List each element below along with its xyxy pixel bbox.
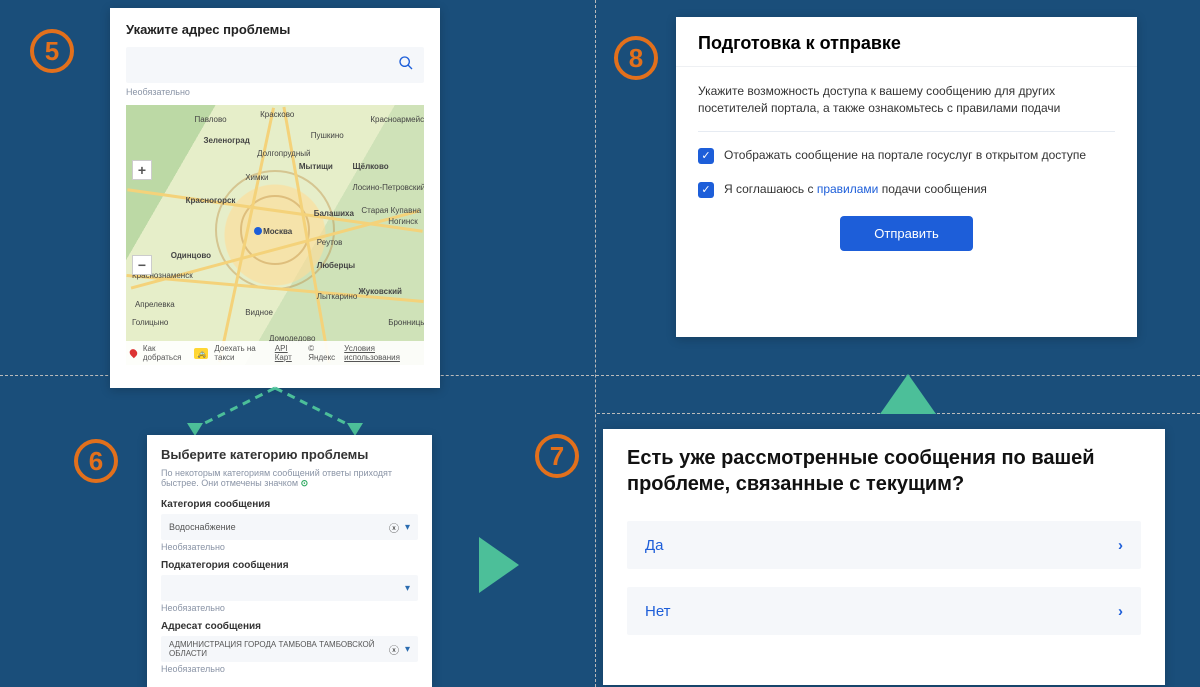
step-5-badge: 5 <box>30 29 74 73</box>
map-widget[interactable]: Москва Зеленоград Химки Мытищи Балашиха … <box>126 105 424 365</box>
map-label-lyubertsy: Люберцы <box>317 261 355 270</box>
chevron-down-icon <box>405 644 410 655</box>
map-label-star-kupavna: Старая Купавна <box>361 206 421 215</box>
addressee-optional: Необязательно <box>161 664 418 674</box>
checkbox-agree-label: Я соглашаюсь с правилами подачи сообщени… <box>724 182 987 196</box>
search-icon <box>398 55 414 76</box>
map-label-losino: Лосино-Петровский <box>352 183 424 192</box>
step7-related-card: Есть уже рассмотренные сообщения по ваше… <box>603 429 1165 685</box>
map-label-golitsyno: Голицыно <box>132 318 168 327</box>
map-terms-link[interactable]: Условия использования <box>344 344 420 362</box>
step6-title: Выберите категорию проблемы <box>161 447 418 462</box>
addressee-select[interactable]: АДМИНИСТРАЦИЯ ГОРОДА ТАМБОВА ТАМБОВСКОЙ … <box>161 636 418 662</box>
map-label-pavlovo: Павлово <box>195 115 227 124</box>
map-label-vidnoye: Видное <box>245 308 273 317</box>
checkbox-public[interactable]: ✓ <box>698 148 714 164</box>
map-label-shchelkovo: Щёлково <box>352 162 388 171</box>
map-label-aprelevka: Апрелевка <box>135 300 175 309</box>
map-label-odintsovo: Одинцово <box>171 251 211 260</box>
map-label-khimki: Химки <box>245 173 268 182</box>
fast-response-icon: ⊙ <box>301 478 309 488</box>
option-yes[interactable]: Да › <box>627 521 1141 569</box>
map-taxi-link[interactable]: Доехать на такси <box>214 344 268 362</box>
category-value: Водоснабжение <box>169 522 236 532</box>
map-label-zhukovsky: Жуковский <box>358 287 401 296</box>
map-label-moscow: Москва <box>263 227 292 236</box>
map-footer: Как добраться 🚕 Доехать на такси API Кар… <box>126 341 424 365</box>
map-label-reutov: Реутов <box>317 238 343 247</box>
connector-5-to-6 <box>175 388 375 438</box>
chevron-right-icon: › <box>1118 603 1123 620</box>
subcategory-label: Подкатегория сообщения <box>161 560 418 571</box>
step-8-badge: 8 <box>614 36 658 80</box>
clear-icon[interactable]: ⓧ <box>389 520 399 535</box>
step7-question: Есть уже рассмотренные сообщения по ваше… <box>627 445 1141 497</box>
addressee-label: Адресат сообщения <box>161 621 418 632</box>
arrow-7-to-8 <box>880 374 936 414</box>
divider <box>698 131 1115 132</box>
map-label-kraskovo: Красково <box>260 110 294 119</box>
map-label-lytkarino: Лыткарино <box>317 292 358 301</box>
address-search-input[interactable] <box>126 47 424 83</box>
map-api-link[interactable]: API Карт <box>275 344 302 362</box>
step8-description: Укажите возможность доступа к вашему соо… <box>698 83 1115 117</box>
map-label-bronnitsy: Бронницы <box>388 318 424 327</box>
option-no[interactable]: Нет › <box>627 587 1141 635</box>
map-label-krasnoarmeysk: Красноармейск <box>370 115 424 124</box>
chevron-down-icon <box>405 583 410 594</box>
zoom-out-button[interactable]: − <box>132 255 152 275</box>
map-label-pushkino: Пушкино <box>311 131 344 140</box>
map-label-noginsk: Ногинск <box>388 217 418 226</box>
category-select[interactable]: Водоснабжение ⓧ <box>161 514 418 540</box>
pin-icon <box>128 348 138 358</box>
chevron-down-icon <box>405 522 410 533</box>
checkbox-public-label: Отображать сообщение на портале госуслуг… <box>724 148 1086 162</box>
step6-category-card: Выберите категорию проблемы По некоторым… <box>147 435 432 687</box>
step-6-badge: 6 <box>74 439 118 483</box>
step-7-badge: 7 <box>535 434 579 478</box>
category-label: Категория сообщения <box>161 499 418 510</box>
rules-link[interactable]: правилами <box>817 182 879 196</box>
map-label-krasnogorsk: Красногорск <box>186 196 236 205</box>
addressee-value: АДМИНИСТРАЦИЯ ГОРОДА ТАМБОВА ТАМБОВСКОЙ … <box>169 640 389 658</box>
subcategory-optional: Необязательно <box>161 603 418 613</box>
step8-submit-card: Подготовка к отправке Укажите возможност… <box>676 17 1137 337</box>
clear-icon[interactable]: ⓧ <box>389 642 399 657</box>
map-label-dolgoprudny: Долгопрудный <box>257 149 310 158</box>
chevron-right-icon: › <box>1118 537 1123 554</box>
map-label-mytishchi: Мытищи <box>299 162 333 171</box>
map-label-zelenograd: Зеленоград <box>203 136 249 145</box>
step6-subtitle: По некоторым категориям сообщений ответы… <box>161 468 418 489</box>
option-yes-label: Да <box>645 537 664 554</box>
map-label-balashikha: Балашиха <box>314 209 354 218</box>
subcategory-select[interactable] <box>161 575 418 601</box>
step5-title: Укажите адрес проблемы <box>126 22 424 37</box>
option-no-label: Нет <box>645 603 671 620</box>
arrow-6-to-7 <box>479 537 519 593</box>
optional-hint: Необязательно <box>126 87 424 97</box>
map-route-link[interactable]: Как добраться <box>143 344 189 362</box>
step5-address-card: Укажите адрес проблемы Необязательно Мос… <box>110 8 440 388</box>
submit-button[interactable]: Отправить <box>840 216 972 251</box>
map-copyright: © Яндекс <box>308 344 338 362</box>
checkbox-agree[interactable]: ✓ <box>698 182 714 198</box>
category-optional: Необязательно <box>161 542 418 552</box>
zoom-in-button[interactable]: + <box>132 160 152 180</box>
step8-title: Подготовка к отправке <box>676 17 1137 67</box>
